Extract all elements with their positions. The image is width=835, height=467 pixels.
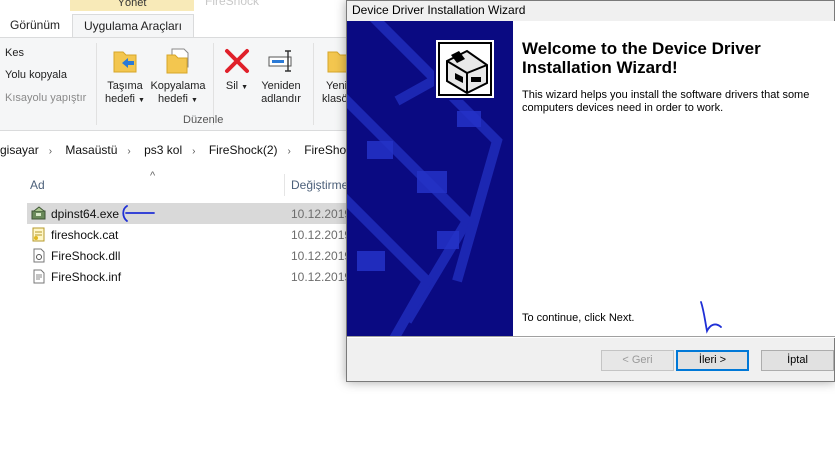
breadcrumb-item[interactable]: gisayar: [0, 143, 39, 157]
dropdown-caret-icon: ▼: [138, 97, 145, 104]
organize-group-label: Düzenle: [183, 114, 224, 126]
chevron-right-icon: ›: [287, 146, 291, 157]
copy-path-button[interactable]: Yolu kopyala: [5, 69, 67, 81]
copy-to-icon: [163, 46, 193, 76]
file-name: fireshock.cat: [51, 228, 119, 242]
copy-to-button[interactable]: Kopyalama hedefi ▼: [148, 46, 208, 107]
chevron-right-icon: ›: [192, 146, 196, 157]
move-to-button[interactable]: Taşıma hedefi ▼: [102, 46, 148, 107]
file-row[interactable]: fireshock.cat 10.12.2019: [27, 224, 351, 245]
rename-label-2: adlandır: [261, 93, 301, 105]
file-row[interactable]: FireShock.dll 10.12.2019: [27, 245, 351, 266]
setup-info-file-icon: [31, 269, 47, 284]
dialog-divider: [347, 336, 835, 338]
file-row[interactable]: FireShock.inf 10.12.2019: [27, 266, 351, 287]
delete-x-icon: [222, 46, 252, 76]
column-date-header[interactable]: Değiştirme: [291, 178, 348, 192]
dialog-title: Device Driver Installation Wizard: [352, 3, 526, 17]
wizard-body: Welcome to the Device Driver Installatio…: [347, 21, 835, 336]
manage-context-tab[interactable]: Yönet: [70, 0, 194, 11]
file-name: FireShock.dll: [51, 249, 121, 263]
ribbon-divider: [96, 43, 97, 125]
rename-button[interactable]: Yeniden adlandır: [257, 46, 305, 106]
rename-label-1: Yeniden: [261, 80, 301, 92]
move-to-icon: [110, 46, 140, 76]
column-divider[interactable]: [284, 174, 285, 196]
hardware-illustration: [347, 21, 503, 336]
column-name-header[interactable]: Ad: [30, 178, 45, 192]
move-to-label-1: Taşıma: [107, 80, 143, 92]
ribbon-divider: [213, 43, 214, 125]
cancel-button[interactable]: İptal: [761, 350, 834, 371]
chevron-right-icon: ›: [48, 146, 53, 157]
chevron-right-icon: ›: [127, 146, 131, 157]
paste-shortcut-button[interactable]: Kısayolu yapıştır: [5, 92, 86, 104]
sort-ascending-icon: ^: [150, 170, 156, 182]
installer-icon: [31, 206, 47, 221]
dropdown-caret-icon: ▼: [241, 84, 249, 91]
file-date: 10.12.2019: [291, 249, 352, 263]
dropdown-caret-icon: ▼: [191, 97, 198, 104]
security-catalog-icon: [31, 227, 47, 242]
copy-to-label-1: Kopyalama: [150, 80, 206, 92]
next-button[interactable]: İleri >: [676, 350, 749, 371]
tab-application-tools[interactable]: Uygulama Araçları: [72, 14, 194, 37]
move-to-label-2: hedefi: [105, 93, 135, 105]
delete-label: Sil: [225, 80, 239, 92]
wizard-description: This wizard helps you install the softwa…: [522, 89, 810, 114]
wizard-heading: Welcome to the Device Driver Installatio…: [522, 39, 761, 77]
file-date: 10.12.2019: [291, 228, 352, 242]
file-date: 10.12.2019: [291, 207, 352, 221]
file-row[interactable]: dpinst64.exe 10.12.2019: [27, 203, 351, 224]
breadcrumb-item[interactable]: Masaüstü: [65, 143, 117, 157]
wizard-sidebar-banner: [347, 21, 513, 336]
wizard-continue-text: To continue, click Next.: [522, 312, 635, 324]
rename-icon: [266, 46, 296, 76]
back-button[interactable]: < Geri: [601, 350, 674, 371]
dll-file-icon: [31, 248, 47, 263]
ribbon-divider: [313, 43, 314, 125]
breadcrumb-item[interactable]: ps3 kol: [144, 143, 182, 157]
driver-install-wizard-dialog: Device Driver Installation Wizard Welcom…: [346, 0, 835, 382]
cut-button[interactable]: Kes: [5, 47, 24, 59]
file-date: 10.12.2019: [291, 270, 352, 284]
delete-button[interactable]: Sil ▼: [220, 46, 254, 94]
tab-view[interactable]: Görünüm: [0, 14, 70, 37]
breadcrumb-item[interactable]: FireShock(2): [209, 143, 278, 157]
copy-to-label-2: hedefi: [158, 93, 188, 105]
file-name: FireShock.inf: [51, 270, 122, 284]
file-name: dpinst64.exe: [51, 207, 120, 221]
window-title: FireShock: [205, 0, 260, 8]
